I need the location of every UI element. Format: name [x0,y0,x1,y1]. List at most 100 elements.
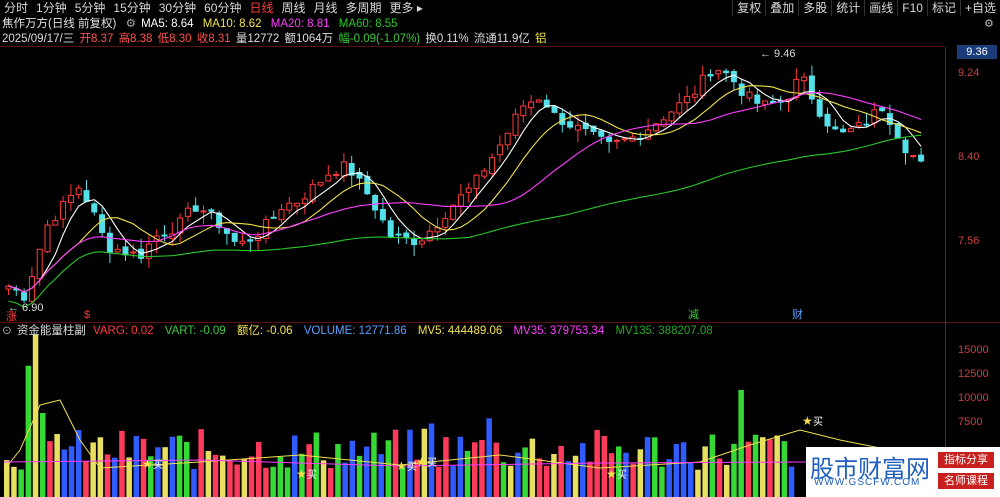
volume-bar [436,466,442,497]
volume-bar [565,461,572,497]
candle-body [574,124,581,131]
amount-label: 额亿: -0.06 [236,325,293,337]
buy-signal-label: 买 [427,457,437,469]
candle-body [863,123,870,126]
volume-bar [630,463,636,497]
volume-bar [716,458,723,497]
candle-body [902,139,909,154]
volume-bar [479,439,485,497]
volume-bar [443,437,449,497]
axis-vol-3: 10000 [958,392,989,404]
volume-bar [97,437,104,497]
candle-body [481,170,488,177]
candle-body [247,239,254,242]
candle-body [270,216,277,219]
volume-bar [54,434,60,497]
candle-body [567,121,574,128]
candle-body [239,240,246,244]
candle-body [184,207,191,217]
chart-top-divider [0,46,944,47]
candle-body [824,113,831,127]
event-mark-3: 减 [688,308,699,321]
indicator-title[interactable]: 资金能量柱副 [17,325,86,337]
event-mark-4: 财 [792,307,803,321]
kline-chart[interactable]: ← 9.46← 6.90涨 $ 减财★ 买★ 买★ 买 ★ 买★ 买★ 买 [0,0,1000,497]
volume-bar [335,443,341,497]
volume-bar [198,429,204,497]
volume-bar [220,455,226,497]
volume-bar [263,467,269,497]
volume-bar [284,467,291,497]
candle-body [99,214,106,233]
volume-bar [493,442,500,497]
candle-body [450,204,457,220]
candle-body [621,138,628,141]
volume-bar [529,438,536,497]
buy-signal-icon: ★ [396,459,407,473]
volume-bar [709,434,716,497]
candle-body [918,154,925,162]
volume-bar [774,435,780,497]
volume-bar [176,435,183,497]
volume-bar [508,465,514,497]
watermark-url: WWW.GSCFW.COM [814,477,921,488]
volume-bar [781,441,788,497]
candle-body [723,70,730,74]
candle-body [52,220,59,226]
ma10-line [8,85,922,293]
candle-body [847,128,854,133]
candle-body [106,232,113,253]
candle-body [660,119,667,127]
candle-body [442,218,449,228]
volume-bar [133,435,140,497]
buy-signal-label: 买 [307,469,317,481]
candle-body [83,190,90,202]
candle-body [340,161,347,177]
volume-bar [637,449,644,497]
collapse-icon[interactable]: ⊙ [2,325,12,337]
volume-bar [760,437,766,497]
volume-bar [472,442,478,497]
ma5-line [8,74,922,293]
candle-body [67,194,74,203]
candle-body [192,205,199,212]
candle-body [855,122,862,127]
volume-bar [378,454,384,497]
candle-body [699,74,706,97]
volume-bar [18,469,24,497]
volume-bar [241,459,248,497]
candle-body [317,181,324,186]
volume-bar [4,460,10,497]
candle-body [372,195,379,211]
volume-bar [328,467,334,497]
candle-body [613,139,620,142]
candle-body [684,95,691,104]
candle-body [910,155,917,158]
volume-bar [572,455,579,497]
candle-body [535,99,542,103]
volume-bar [256,441,262,497]
candle-body [75,187,82,196]
volume-bar [522,447,528,497]
candle-body [325,174,332,182]
mv5-label: MV5: 444489.06 [417,325,503,337]
volume-bar [227,460,233,497]
candle-body [60,201,67,220]
candle-body [528,101,535,109]
candle-body [754,94,761,104]
axis-price-3: 7.56 [958,235,980,247]
candle-body [489,157,496,175]
candle-body [762,100,769,105]
candle-body [832,126,839,130]
volume-bar [169,436,176,497]
ma20-line [8,91,922,293]
buy-signal-label: 买 [813,416,823,428]
volume-bar [11,466,17,497]
candle-body [793,78,800,99]
buy-signal-icon: ★ [802,414,813,428]
volume-bar [544,465,550,497]
volume-bar [162,447,168,497]
axis-vol-4: 7500 [958,416,983,428]
buy-signal-icon: ★ [416,455,427,469]
watermark-logo: 股市财富网 WWW.GSCFW.COM 指标分享 名师课程 [806,447,1000,497]
